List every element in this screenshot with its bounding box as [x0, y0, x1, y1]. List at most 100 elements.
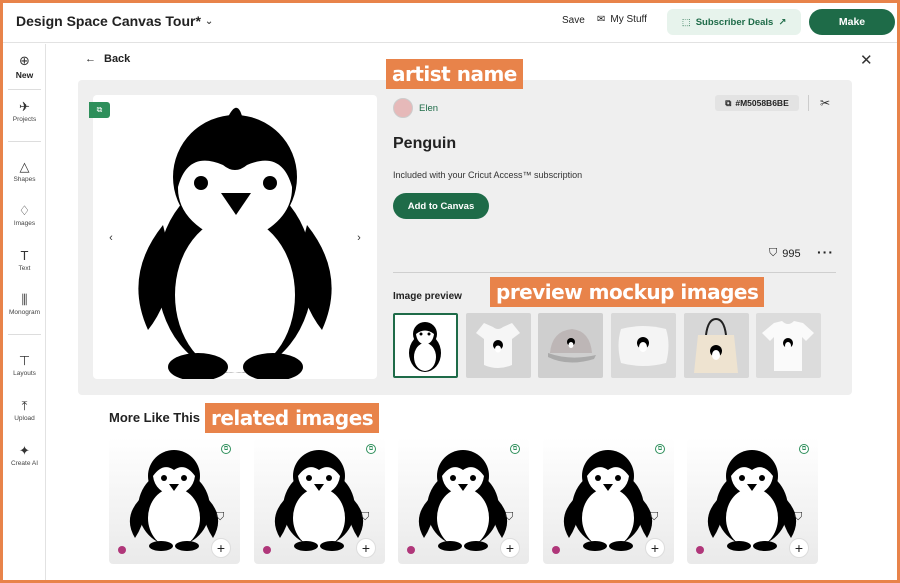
sidebar-item-shapes[interactable]: △ Shapes	[3, 159, 46, 184]
layouts-icon: ⊤	[18, 353, 31, 368]
bookmark-icon[interactable]: ⛉	[361, 511, 369, 524]
callout-preview-mockups: preview mockup images	[490, 277, 765, 307]
tote-mockup	[694, 317, 738, 373]
add-to-canvas-button[interactable]: Add to Canvas	[393, 193, 489, 219]
external-link-icon: ↗	[778, 16, 787, 28]
access-badge-icon: ⧉	[510, 444, 520, 454]
sidebar-item-new[interactable]: ⊕ New	[3, 53, 46, 81]
my-stuff-label: My Stuff	[610, 14, 647, 25]
sidebar-item-label: Create AI	[10, 460, 39, 467]
sidebar-item-projects[interactable]: ✈ Projects	[3, 99, 46, 124]
sidebar-item-upload[interactable]: ⤒ Upload	[3, 398, 46, 423]
left-sidebar: ⊕ New ✈ Projects △ Shapes ♢ Images T Tex…	[3, 44, 46, 580]
chevron-left-icon[interactable]: ‹	[102, 229, 120, 247]
sidebar-divider	[8, 89, 41, 90]
bookmark-icon: ⛉	[769, 247, 778, 259]
add-image-button[interactable]: +	[211, 538, 231, 558]
plus-circle-icon: ⊕	[19, 53, 30, 68]
bookmark-icon[interactable]: ⛉	[216, 511, 224, 524]
callout-related-images: related images	[205, 403, 380, 433]
sidebar-item-label: Text	[18, 265, 31, 272]
access-badge-icon: ⧉	[366, 444, 376, 454]
add-image-button[interactable]: +	[789, 538, 809, 558]
sidebar-item-label: Projects	[12, 116, 37, 123]
callout-artist-name: artist name	[386, 59, 523, 89]
add-image-button[interactable]: +	[645, 538, 665, 558]
projects-icon: ✈	[19, 99, 30, 114]
image-id-badge[interactable]: ⧉ #M5058B6BE	[715, 95, 799, 111]
artist-dot-icon	[118, 546, 126, 554]
pillow-mockup	[618, 326, 669, 366]
sidebar-item-label: Upload	[14, 415, 35, 422]
main-image-card	[93, 95, 377, 381]
artist-dot-icon	[696, 546, 704, 554]
subscription-text: Included with your Cricut Access™ subscr…	[393, 170, 583, 180]
preview-thumb-cap[interactable]	[538, 313, 603, 378]
sidebar-item-label: Monogram	[8, 309, 41, 316]
monogram-icon: ⫼	[21, 292, 28, 307]
penguin-thumb	[409, 322, 441, 372]
preview-thumb-tote[interactable]	[684, 313, 749, 378]
chevron-right-icon[interactable]: ›	[350, 229, 368, 247]
chevron-down-icon: ⌄	[204, 15, 214, 27]
artist-name[interactable]: Elen	[419, 103, 438, 114]
penguin-image	[138, 107, 332, 381]
make-button[interactable]: Make	[809, 9, 895, 35]
envelope-icon: ✉	[597, 14, 606, 25]
subscriber-deals-label: Subscriber Deals	[695, 16, 774, 28]
back-label: Back	[104, 53, 131, 65]
more-like-this-heading: More Like This	[109, 410, 201, 425]
image-preview-label: Image preview	[393, 291, 462, 302]
artist-dot-icon	[407, 546, 415, 554]
sidebar-item-text[interactable]: T Text	[3, 248, 46, 273]
preview-thumb-pillow[interactable]	[611, 313, 676, 378]
bodysuit-mockup	[476, 323, 520, 368]
text-icon: T	[20, 248, 29, 263]
sparkle-icon: ✦	[19, 443, 30, 458]
bookmark-icon[interactable]: ⛉	[794, 511, 802, 524]
save-count[interactable]: ⛉ 995	[769, 247, 801, 260]
divider	[393, 272, 836, 273]
artist-dot-icon	[263, 546, 271, 554]
save-count-value: 995	[782, 247, 801, 260]
artist-dot-icon	[552, 546, 560, 554]
close-icon[interactable]: ✕	[860, 51, 873, 69]
preview-thumb-bodysuit[interactable]	[466, 313, 531, 378]
images-icon: ♢	[18, 203, 31, 218]
access-badge-icon: ⧉	[89, 102, 110, 118]
sidebar-item-images[interactable]: ♢ Images	[3, 203, 46, 228]
divider	[808, 95, 809, 111]
more-options-icon[interactable]: ···	[817, 244, 834, 260]
bookmark-icon[interactable]: ⛉	[650, 511, 658, 524]
upload-icon: ⤒	[21, 398, 28, 413]
access-badge-icon: ⧉	[221, 444, 231, 454]
copy-icon: ⧉	[725, 97, 732, 108]
sidebar-item-label: New	[15, 70, 34, 80]
image-title: Penguin	[393, 135, 457, 152]
tag-icon: ⬚	[681, 16, 691, 28]
access-badge-icon: ⧉	[799, 444, 809, 454]
subscriber-deals-button[interactable]: ⬚ Subscriber Deals ↗	[667, 9, 801, 35]
my-stuff-button[interactable]: ✉ My Stuff	[597, 14, 647, 25]
back-button[interactable]: ← Back	[85, 53, 130, 65]
preview-thumb-image[interactable]	[393, 313, 458, 378]
preview-thumb-tshirt[interactable]	[756, 313, 821, 378]
avatar[interactable]	[393, 98, 413, 118]
add-image-button[interactable]: +	[356, 538, 376, 558]
sidebar-item-monogram[interactable]: ⫼ Monogram	[3, 292, 46, 317]
sidebar-item-layouts[interactable]: ⊤ Layouts	[3, 353, 46, 378]
scissors-icon[interactable]: ✂	[820, 96, 830, 110]
top-bar: Design Space Canvas Tour* ⌄ Save ✉ My St…	[3, 3, 897, 43]
sidebar-item-create-ai[interactable]: ✦ Create AI	[3, 443, 46, 468]
access-badge-icon: ⧉	[655, 444, 665, 454]
image-id-text: #M5058B6BE	[735, 98, 789, 108]
arrow-left-icon: ←	[85, 53, 96, 65]
tshirt-mockup	[762, 321, 814, 371]
add-image-button[interactable]: +	[500, 538, 520, 558]
project-title-text: Design Space Canvas Tour*	[16, 13, 201, 29]
save-button[interactable]: Save	[562, 15, 585, 26]
project-title[interactable]: Design Space Canvas Tour* ⌄	[16, 13, 213, 29]
sidebar-item-label: Images	[13, 220, 36, 227]
bookmark-icon[interactable]: ⛉	[505, 511, 513, 524]
shapes-icon: △	[19, 159, 30, 174]
